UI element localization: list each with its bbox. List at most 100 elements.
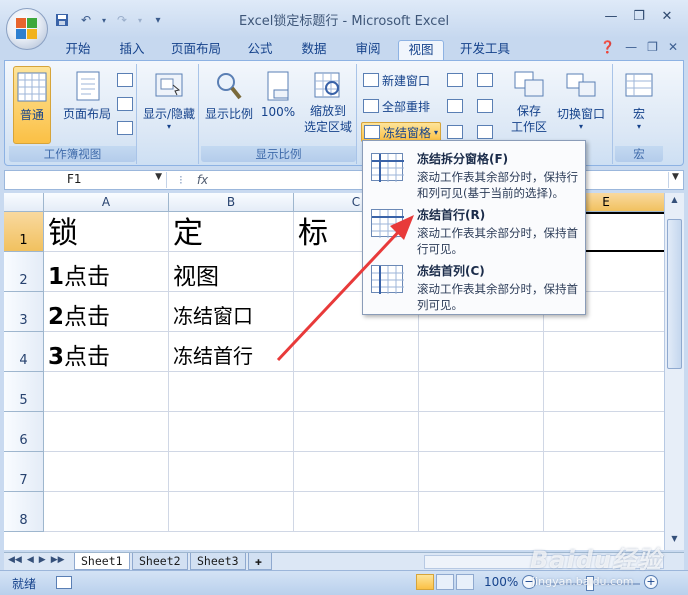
unhide-window-button[interactable] [447, 122, 463, 142]
split-button[interactable] [447, 70, 463, 90]
sync-scrolling-button[interactable] [477, 96, 493, 116]
tab-developer[interactable]: 开发工具 [452, 40, 518, 60]
zoom-to-selection-button[interactable]: 缩放到 选定区域 [301, 66, 355, 144]
cell-e5[interactable] [544, 372, 664, 412]
row-header-8[interactable]: 8 [4, 492, 44, 532]
cell-b7[interactable] [169, 452, 294, 492]
cell-d8[interactable] [419, 492, 544, 532]
last-sheet-icon[interactable]: ▶▶ [51, 555, 65, 565]
save-workspace-button[interactable]: 保存 工作区 [507, 66, 551, 144]
ribbon-close-icon[interactable]: ✕ [668, 40, 678, 54]
name-box-dropdown-icon[interactable]: ▼ [155, 172, 162, 182]
row-header-7[interactable]: 7 [4, 452, 44, 492]
cell-e8[interactable] [544, 492, 664, 532]
page-break-shortcut-icon[interactable] [456, 574, 474, 590]
row-header-2[interactable]: 2 [4, 252, 44, 292]
sheet-tab-2[interactable]: Sheet2 [132, 553, 188, 570]
minimize-icon[interactable]: — [598, 6, 624, 26]
column-header-a[interactable]: A [44, 193, 169, 212]
cell-c4[interactable] [294, 332, 419, 372]
cell-d7[interactable] [419, 452, 544, 492]
scroll-up-icon[interactable]: ▲ [667, 195, 682, 209]
scroll-down-icon[interactable]: ▼ [667, 534, 682, 548]
cell-a4[interactable]: 3点击 [44, 332, 169, 372]
horizontal-scrollbar[interactable] [424, 555, 664, 569]
insert-function-icon[interactable]: fx [197, 173, 208, 187]
cell-c5[interactable] [294, 372, 419, 412]
sheet-tab-1[interactable]: Sheet1 [74, 553, 130, 570]
cell-e4[interactable] [544, 332, 664, 372]
tab-formulas[interactable]: 公式 [240, 40, 280, 60]
freeze-panes-button[interactable]: 冻结窗格 ▾ [361, 122, 442, 142]
office-button[interactable] [6, 8, 48, 50]
normal-view-shortcut-icon[interactable] [416, 574, 434, 590]
close-icon[interactable]: ✕ [654, 6, 680, 26]
zoom-slider-knob[interactable] [586, 576, 594, 591]
cell-a1[interactable]: 锁 [44, 212, 169, 252]
cell-e7[interactable] [544, 452, 664, 492]
zoom-in-icon[interactable]: + [644, 575, 658, 589]
zoom-out-icon[interactable]: − [522, 575, 536, 589]
cell-c8[interactable] [294, 492, 419, 532]
row-header-1[interactable]: 1 [4, 212, 44, 252]
vertical-scrollbar[interactable]: ▲ ▼ [664, 193, 684, 550]
show-hide-button[interactable]: 显示/隐藏 ▾ [141, 66, 197, 144]
cell-a7[interactable] [44, 452, 169, 492]
cell-b1[interactable]: 定 [169, 212, 294, 252]
zoom-100-button[interactable]: 100% [259, 66, 297, 144]
tab-page-layout[interactable]: 页面布局 [166, 40, 226, 60]
page-layout-view-button[interactable]: 页面布局 [59, 66, 115, 144]
expand-formula-bar-icon[interactable]: ▼ [668, 172, 682, 188]
menu-item-freeze-first-column[interactable]: 冻结首列(C) 滚动工作表其余部分时，保持首列可见。 [365, 257, 584, 313]
ribbon-minimize-icon[interactable]: — [625, 40, 637, 54]
custom-views-button[interactable] [117, 94, 133, 114]
row-header-4[interactable]: 4 [4, 332, 44, 372]
switch-windows-button[interactable]: 切换窗口 ▾ [553, 66, 609, 144]
cell-d5[interactable] [419, 372, 544, 412]
cell-e6[interactable] [544, 412, 664, 452]
full-screen-button[interactable] [117, 118, 133, 138]
cell-b6[interactable] [169, 412, 294, 452]
tab-review[interactable]: 审阅 [348, 40, 388, 60]
macro-record-icon[interactable] [56, 576, 72, 589]
prev-sheet-icon[interactable]: ◀ [27, 555, 34, 565]
name-box[interactable]: F1 ▼ [7, 172, 167, 188]
restore-icon[interactable]: ❐ [626, 6, 652, 26]
new-window-button[interactable]: 新建窗口 [363, 70, 430, 90]
cell-d4[interactable] [419, 332, 544, 372]
select-all-corner[interactable] [4, 193, 44, 212]
tab-view[interactable]: 视图 [398, 40, 444, 60]
vertical-scroll-thumb[interactable] [667, 219, 682, 369]
ribbon-restore-icon[interactable]: ❐ [647, 40, 658, 54]
hide-window-button[interactable] [447, 96, 463, 116]
sheet-tab-3[interactable]: Sheet3 [190, 553, 246, 570]
row-header-6[interactable]: 6 [4, 412, 44, 452]
cell-b3[interactable]: 冻结窗口 [169, 292, 294, 332]
menu-item-freeze-panes[interactable]: 冻结拆分窗格(F) 滚动工作表其余部分时，保持行和列可见(基于当前的选择)。 [365, 145, 584, 201]
cell-a3[interactable]: 2点击 [44, 292, 169, 332]
cell-b2[interactable]: 视图 [169, 252, 294, 292]
zoom-button[interactable]: 显示比例 [203, 66, 255, 144]
arrange-all-button[interactable]: 全部重排 [363, 96, 430, 116]
row-header-3[interactable]: 3 [4, 292, 44, 332]
help-icon[interactable]: ❓ [600, 40, 615, 54]
cell-a2[interactable]: 1点击 [44, 252, 169, 292]
cell-d6[interactable] [419, 412, 544, 452]
view-side-by-side-button[interactable] [477, 70, 493, 90]
reset-window-position-button[interactable] [477, 122, 493, 142]
tab-data[interactable]: 数据 [294, 40, 334, 60]
cell-a6[interactable] [44, 412, 169, 452]
cell-b4[interactable]: 冻结首行 [169, 332, 294, 372]
row-header-5[interactable]: 5 [4, 372, 44, 412]
cell-b8[interactable] [169, 492, 294, 532]
cell-c7[interactable] [294, 452, 419, 492]
tab-home[interactable]: 开始 [58, 40, 98, 60]
first-sheet-icon[interactable]: ◀◀ [8, 555, 22, 565]
cell-c6[interactable] [294, 412, 419, 452]
insert-sheet-icon[interactable]: ✚ [248, 553, 272, 570]
cell-a8[interactable] [44, 492, 169, 532]
page-break-view-button[interactable] [117, 70, 133, 90]
macros-button[interactable]: 宏 ▾ [619, 66, 659, 144]
cell-a5[interactable] [44, 372, 169, 412]
zoom-level[interactable]: 100% [484, 575, 518, 589]
